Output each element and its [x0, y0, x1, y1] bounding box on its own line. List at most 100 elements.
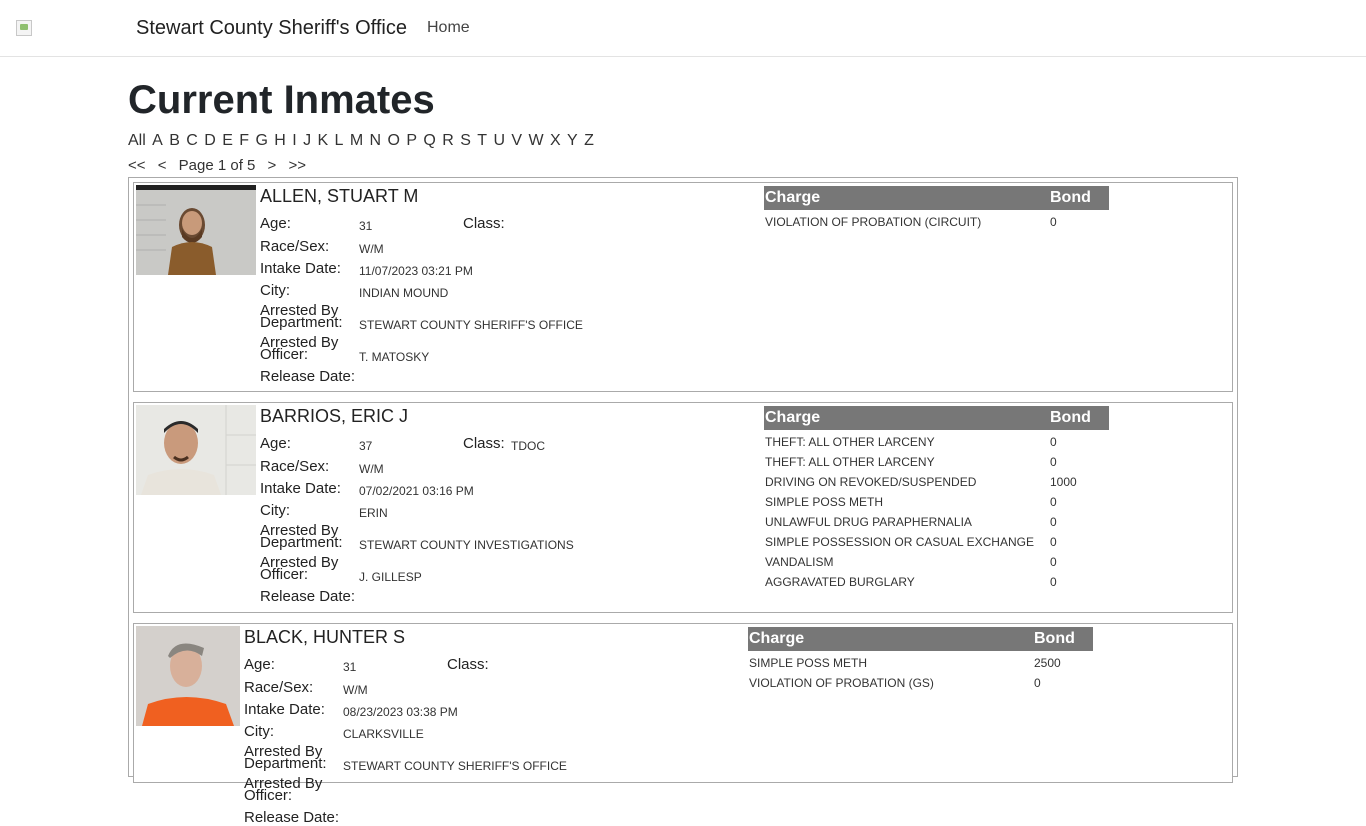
- field-label: City:: [260, 282, 290, 299]
- letter-link[interactable]: L: [335, 132, 344, 149]
- field-value-age: 31: [343, 660, 357, 674]
- mugshot-image[interactable]: [136, 185, 256, 275]
- broken-image-icon[interactable]: [16, 20, 32, 36]
- bond-cell: 0: [1050, 575, 1057, 589]
- charge-cell: SIMPLE POSS METH: [765, 495, 884, 509]
- charge-cell: THEFT: ALL OTHER LARCENY: [765, 435, 935, 449]
- page-title: Current Inmates: [128, 78, 435, 122]
- charge-cell: VIOLATION OF PROBATION (CIRCUIT): [765, 215, 982, 229]
- field-label: Age:: [260, 215, 291, 232]
- field-label: Class:: [463, 215, 505, 232]
- letter-link[interactable]: X: [550, 132, 561, 149]
- charge-cell: DRIVING ON REVOKED/SUSPENDED: [765, 475, 977, 489]
- letter-link[interactable]: C: [186, 132, 198, 149]
- letter-link[interactable]: P: [406, 132, 417, 149]
- field-label: Release Date:: [260, 368, 356, 385]
- field-label: Arrested By: [244, 775, 323, 792]
- bond-column-header: Bond: [1049, 186, 1109, 210]
- inmate-name: ALLEN, STUART M: [260, 186, 419, 206]
- field-label: Officer:: [260, 346, 309, 363]
- inmate-card: ALLEN, STUART M Age: 31 Race/Sex: W/M Intake …: [133, 182, 1233, 392]
- charge-cell: SIMPLE POSSESSION OR CASUAL EXCHANGE: [765, 535, 1034, 549]
- field-value-city: INDIAN MOUND: [359, 286, 449, 300]
- letter-link[interactable]: Q: [423, 132, 435, 149]
- letter-link[interactable]: I: [292, 132, 296, 149]
- letter-link[interactable]: S: [460, 132, 471, 149]
- bond-column-header: Bond: [1049, 406, 1109, 430]
- field-value-race-sex: W/M: [359, 242, 384, 256]
- mugshot-image[interactable]: [136, 626, 240, 726]
- field-label: Department:: [260, 534, 343, 551]
- letter-link[interactable]: V: [511, 132, 522, 149]
- field-label: Department:: [260, 314, 343, 331]
- letter-link[interactable]: G: [255, 132, 267, 149]
- field-value-age: 37: [359, 439, 373, 453]
- bond-cell: 2500: [1034, 656, 1061, 670]
- inmate-name: BLACK, HUNTER S: [244, 627, 406, 647]
- letter-link[interactable]: D: [204, 132, 216, 149]
- pager-first-link[interactable]: <<: [128, 157, 146, 174]
- bond-cell: 0: [1050, 455, 1057, 469]
- pager-last-link[interactable]: >>: [288, 157, 306, 174]
- site-brand-link[interactable]: Stewart County Sheriff's Office: [136, 17, 407, 40]
- field-value-city: CLARKSVILLE: [343, 727, 424, 741]
- field-value-age: 31: [359, 219, 373, 233]
- bond-cell: 0: [1050, 215, 1057, 229]
- letter-link[interactable]: J: [303, 132, 311, 149]
- field-value-intake: 11/07/2023 03:21 PM: [359, 264, 473, 278]
- letter-link[interactable]: A: [152, 132, 163, 149]
- pager: << < Page 1 of 5 > >>: [128, 157, 314, 174]
- letter-link[interactable]: N: [370, 132, 382, 149]
- letter-link[interactable]: R: [442, 132, 454, 149]
- bond-column-header: Bond: [1033, 627, 1093, 651]
- field-label: Class:: [463, 435, 505, 452]
- mugshot-image[interactable]: [136, 405, 256, 495]
- field-label: Intake Date:: [244, 701, 325, 718]
- field-label: Officer:: [260, 566, 309, 583]
- inmate-name: BARRIOS, ERIC J: [260, 406, 409, 426]
- field-value-race-sex: W/M: [343, 683, 368, 697]
- letter-link[interactable]: O: [388, 132, 400, 149]
- charge-cell: SIMPLE POSS METH: [749, 656, 868, 670]
- nav-home-link[interactable]: Home: [427, 19, 470, 37]
- charge-cell: UNLAWFUL DRUG PARAPHERNALIA: [765, 515, 972, 529]
- letter-link[interactable]: M: [350, 132, 363, 149]
- letter-link[interactable]: W: [528, 132, 543, 149]
- field-label: Race/Sex:: [260, 238, 330, 255]
- letter-link[interactable]: E: [222, 132, 233, 149]
- field-value-department: STEWART COUNTY SHERIFF'S OFFICE: [343, 759, 567, 773]
- field-label: Intake Date:: [260, 260, 341, 277]
- letter-link[interactable]: Z: [584, 132, 594, 149]
- bond-cell: 0: [1050, 535, 1057, 549]
- field-value-officer: J. GILLESP: [359, 570, 422, 584]
- field-label: City:: [244, 723, 274, 740]
- charge-cell: THEFT: ALL OTHER LARCENY: [765, 455, 935, 469]
- field-label: Release Date:: [260, 588, 356, 605]
- letter-link[interactable]: H: [274, 132, 286, 149]
- field-label: Age:: [244, 656, 275, 673]
- field-value-intake: 07/02/2021 03:16 PM: [359, 484, 474, 498]
- field-value-class: TDOC: [511, 439, 545, 453]
- letter-link[interactable]: B: [169, 132, 180, 149]
- letter-link[interactable]: T: [477, 132, 487, 149]
- letter-link[interactable]: Y: [567, 132, 578, 149]
- pager-label: Page 1 of 5: [178, 157, 256, 174]
- pager-prev-link[interactable]: <: [158, 157, 167, 174]
- field-label: Class:: [447, 656, 489, 673]
- pager-next-link[interactable]: >: [268, 157, 277, 174]
- field-label: Race/Sex:: [260, 458, 330, 475]
- letter-link[interactable]: F: [239, 132, 249, 149]
- charge-column-header: Charge: [765, 409, 821, 426]
- field-label: Release Date:: [244, 809, 340, 826]
- field-label: Race/Sex:: [244, 679, 314, 696]
- field-value-department: STEWART COUNTY SHERIFF'S OFFICE: [359, 318, 583, 332]
- letter-link[interactable]: All: [128, 132, 146, 149]
- charge-cell: VANDALISM: [765, 555, 834, 569]
- letter-link[interactable]: K: [317, 132, 328, 149]
- letter-filter: All A B C D E F G H I J K L M N O P Q R S T U V W X Y Z: [128, 132, 600, 150]
- field-label: Age:: [260, 435, 291, 452]
- bond-cell: 1000: [1050, 475, 1077, 489]
- charge-column-header: Charge: [765, 189, 821, 206]
- field-label: City:: [260, 502, 290, 519]
- letter-link[interactable]: U: [493, 132, 505, 149]
